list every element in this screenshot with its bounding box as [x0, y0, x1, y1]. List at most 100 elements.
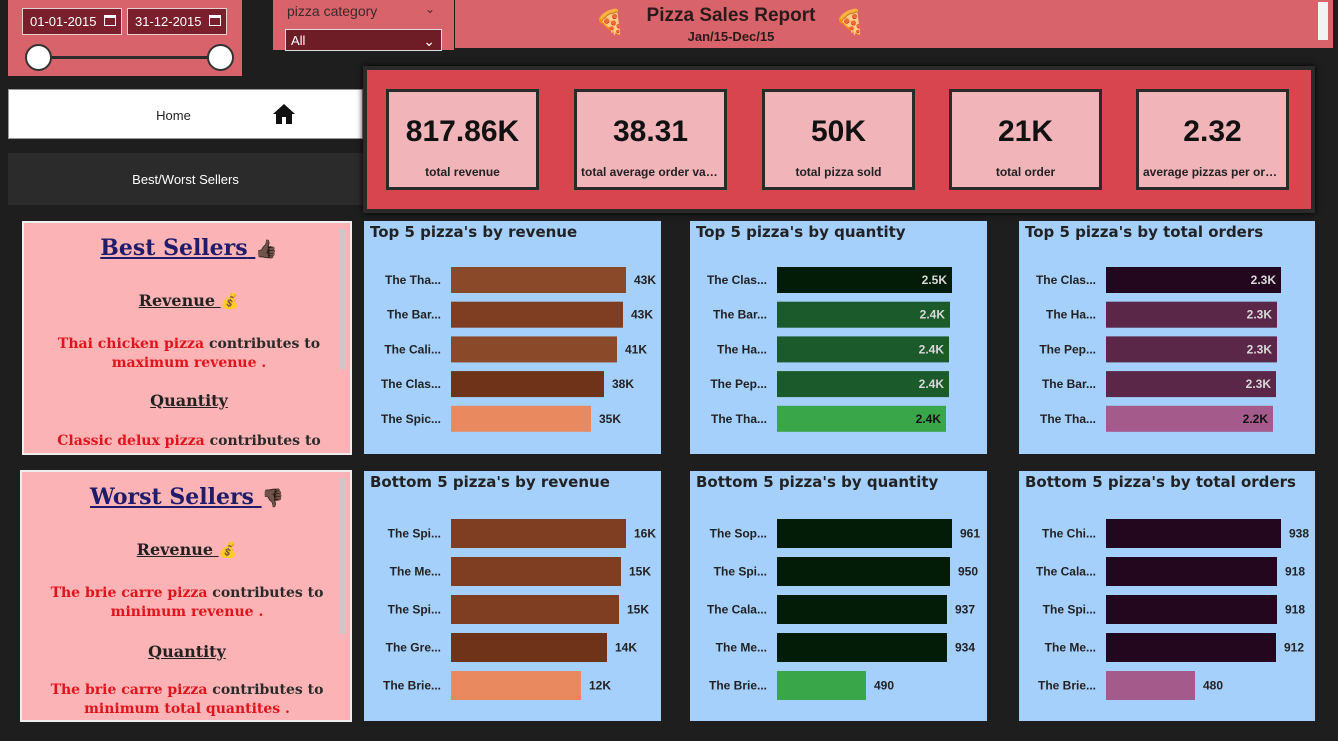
bar[interactable] — [1106, 519, 1281, 548]
chart-top5-quantity[interactable]: Top 5 pizza's by quantity The Clas... 2.5… — [690, 221, 987, 454]
date-slider-track[interactable] — [39, 56, 225, 59]
data-label: 2.3K — [1247, 342, 1273, 356]
category-label: The Cala... — [707, 603, 767, 617]
bar-chart-svg: The Clas... 2.5K The Bar... 2.4K The Ha... 2.… — [707, 267, 952, 432]
data-label: 41K — [625, 342, 647, 356]
category-label: The Me... — [390, 565, 441, 579]
category-label: The Clas... — [381, 377, 441, 391]
kpi-value: 2.32 — [1183, 115, 1242, 148]
data-label: 2.4K — [919, 377, 945, 391]
kpi-label: average pizzas per order — [1143, 165, 1284, 179]
category-label: The Clas... — [1036, 273, 1096, 287]
chart-top5-orders[interactable]: Top 5 pizza's by total orders The Clas..… — [1019, 221, 1315, 454]
category-label: The Cala... — [1036, 565, 1096, 579]
category-label: The Spi... — [388, 603, 441, 617]
kpi-value: 50K — [810, 115, 867, 148]
scrollbar[interactable] — [1318, 2, 1328, 40]
category-label: The Tha... — [1040, 412, 1096, 426]
worst-quantity-text: contributes to — [207, 682, 324, 698]
bar[interactable] — [1106, 633, 1276, 662]
worst-sellers-panel: Worst Sellers 👎🏿 Revenue 💰 The brie carr… — [20, 470, 352, 722]
bar[interactable] — [777, 671, 866, 700]
best-revenue-heading: Revenue — [138, 291, 216, 310]
category-label: The Ha... — [717, 342, 767, 356]
bar[interactable] — [451, 557, 621, 586]
bar[interactable] — [777, 519, 952, 548]
start-date-value: 01-01-2015 — [30, 14, 97, 29]
bar[interactable] — [451, 267, 626, 293]
thumbs-down-icon: 👎🏿 — [261, 488, 285, 509]
data-label: 2.4K — [916, 412, 942, 426]
bar[interactable] — [451, 405, 591, 432]
calendar-icon[interactable] — [209, 15, 221, 26]
chart-bottom5-quantity[interactable]: Bottom 5 pizza's by quantity The Sop... 9… — [690, 471, 987, 721]
bar-chart-svg: The Clas... 2.3K The Ha... 2.3K The Pep... 2.… — [1036, 267, 1281, 432]
nav-home-button[interactable]: Home — [8, 89, 363, 139]
data-label: 43K — [634, 273, 656, 287]
data-label: 15K — [629, 565, 651, 579]
bar[interactable] — [451, 301, 623, 328]
data-label: 43K — [631, 308, 653, 322]
category-label: The Me... — [716, 641, 767, 655]
category-label: The Clas... — [707, 273, 767, 287]
data-label: 937 — [955, 603, 975, 617]
data-label: 2.5K — [922, 273, 948, 287]
bar[interactable] — [451, 595, 619, 624]
category-label: The Chi... — [1042, 527, 1096, 541]
date-slider-end-handle[interactable] — [207, 44, 234, 71]
best-revenue-text: contributes to — [204, 336, 321, 352]
category-label: The Spic... — [381, 412, 441, 426]
kpi-value: 38.31 — [612, 115, 689, 148]
calendar-icon[interactable] — [104, 15, 116, 26]
page-title: Pizza Sales Report — [646, 5, 816, 26]
kpi-card-average-pizzas-per-order: 2.32 average pizzas per order — [1136, 89, 1289, 190]
start-date-input[interactable]: 01-01-2015 — [22, 8, 122, 35]
bar[interactable] — [451, 336, 617, 363]
category-label: The Bar... — [1042, 377, 1096, 391]
category-label: The Pep... — [710, 377, 767, 391]
thumbs-up-icon: 👍🏿 — [255, 239, 278, 260]
best-sellers-title: Best Sellers — [100, 235, 248, 261]
bar[interactable] — [1106, 671, 1195, 700]
data-label: 2.3K — [1246, 377, 1272, 391]
nav-best-worst-label: Best/Worst Sellers — [132, 172, 239, 187]
money-bag-icon: 💰 — [218, 541, 238, 559]
bar[interactable] — [451, 519, 626, 548]
data-label: 12K — [589, 679, 611, 693]
bar[interactable] — [1106, 557, 1277, 586]
end-date-input[interactable]: 31-12-2015 — [127, 8, 227, 35]
bar[interactable] — [451, 671, 581, 700]
chevron-down-icon[interactable]: ⌄ — [425, 2, 435, 16]
kpi-label: total pizza sold — [795, 165, 882, 179]
nav-best-worst-button[interactable]: Best/Worst Sellers — [8, 153, 363, 205]
category-selected-value: All — [291, 33, 306, 48]
report-header: 🍕 Pizza Sales Report Jan/15-Dec/15 🍕 — [455, 0, 1333, 48]
category-dropdown[interactable]: All ⌄ — [285, 29, 442, 51]
bar[interactable] — [451, 633, 607, 662]
category-label: The Brie... — [709, 679, 767, 693]
bar[interactable] — [777, 595, 947, 624]
bar[interactable] — [1106, 595, 1277, 624]
worst-revenue-heading: Revenue — [136, 540, 214, 559]
category-label: The Bar... — [387, 308, 441, 322]
chart-top5-revenue[interactable]: Top 5 pizza's by revenue The Tha... 43K Th… — [364, 221, 661, 454]
kpi-card-total-revenue: 817.86K total revenue — [386, 89, 539, 190]
bar[interactable] — [451, 371, 604, 398]
bar-chart-svg: The Spi... 16K The Me... 15K The Spi... 15K Th… — [383, 519, 656, 700]
data-label: 35K — [599, 412, 621, 426]
data-label: 480 — [1203, 679, 1223, 693]
category-label: pizza category — [287, 3, 378, 19]
bar[interactable] — [777, 557, 950, 586]
category-slicer: pizza category ⌄ All ⌄ — [273, 0, 454, 51]
bar[interactable] — [777, 633, 947, 662]
chart-bottom5-orders[interactable]: Bottom 5 pizza's by total orders The Chi… — [1019, 471, 1315, 721]
date-slider-start-handle[interactable] — [25, 44, 52, 71]
worst-revenue-text: contributes to — [207, 585, 324, 601]
category-label: The Spi... — [714, 565, 767, 579]
best-sellers-panel: Best Sellers 👍🏿 Revenue 💰 Thai chicken p… — [22, 221, 352, 455]
kpi-card-average-order-value: 38.31 total average order value — [574, 89, 727, 190]
chart-bottom5-revenue[interactable]: Bottom 5 pizza's by revenue The Spi... 16… — [364, 471, 661, 721]
best-revenue-line2: maximum revenue . — [111, 355, 267, 371]
kpi-label: total revenue — [425, 165, 500, 179]
category-label: The Bar... — [713, 308, 767, 322]
